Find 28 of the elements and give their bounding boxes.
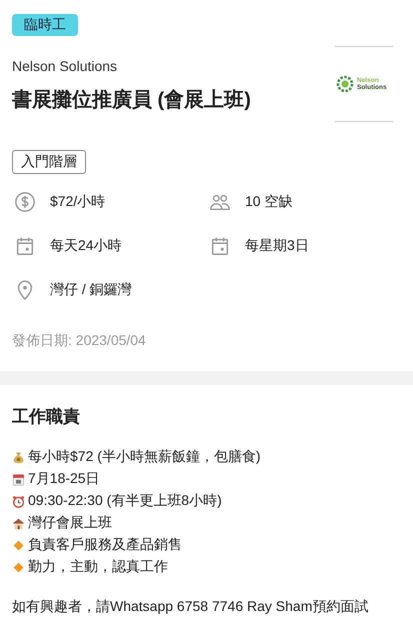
job-fact: 每星期3日 [245,237,309,255]
alarm-clock-icon [12,494,25,508]
job-fact: 每天24小時 [50,237,122,255]
calendar-icon [14,235,36,257]
company-name: Nelson Solutions [12,58,118,74]
money-bag-icon [12,450,25,464]
posted-date: 發佈日期: 2023/05/04 [12,332,147,350]
diamond-icon [12,560,25,574]
duty-text: 09:30-22:30 (有半更上班8小時) [28,492,222,510]
calendar-icon [209,235,231,257]
diamond-icon [12,538,25,552]
duty-text: 灣仔會展上班 [28,514,112,532]
duty-text: 7月18-25日 [28,470,100,488]
duty-text: 每小時$72 (半小時無薪飯鐘，包膳食) [28,448,261,466]
job-fact: 10 空缺 [245,193,292,211]
section-heading: 工作職責 [12,406,81,428]
job-type-badge: 臨時工 [12,14,78,36]
dollar-icon [14,191,36,213]
calendar-icon [12,472,25,486]
job-fact: $72/小時 [50,193,106,211]
level-badge: 入門階層 [12,150,86,174]
contact-text: 如有興趣者，請Whatsapp 6758 7746 Ray Sham預約面試 [12,598,370,616]
duty-text: 負責客戶服務及產品銷售 [28,536,182,554]
duty-text: 勤力，主動，認真工作 [28,558,168,576]
job-fact: 灣仔 / 銅鑼灣 [50,281,132,299]
job-title: 書展攤位推廣員 (會展上班) [12,88,252,112]
house-icon [12,516,25,530]
gear-icon [335,74,355,94]
